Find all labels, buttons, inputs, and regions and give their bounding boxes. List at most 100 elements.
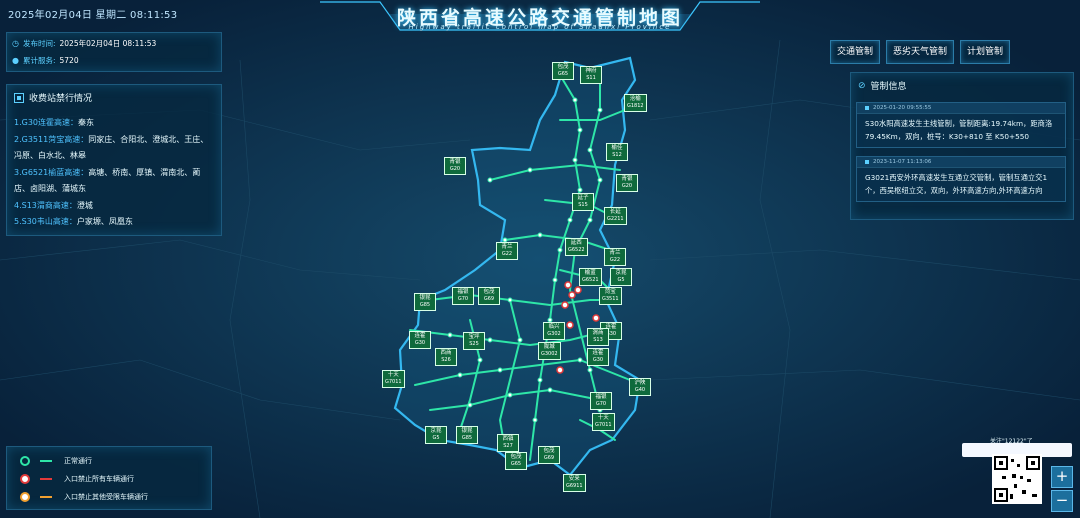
- road-code: G3002: [541, 351, 558, 357]
- road-label[interactable]: 银昆 G85: [456, 426, 478, 444]
- tab-planned-control[interactable]: 计划管制: [959, 40, 1010, 64]
- road-code: G65: [557, 71, 569, 77]
- road-label[interactable]: 渭商 S13: [587, 328, 609, 346]
- road-name: 安来: [568, 476, 580, 482]
- road-name: 青兰: [501, 244, 513, 250]
- list-item: 3.G6521榆蓝高速：高塘、桥南、厚镇、渭南北、蔺店、卤阳湖、蒲城东: [14, 167, 201, 194]
- road-label[interactable]: 宝坪 S25: [463, 332, 485, 350]
- legend-item-normal: 正常通行: [20, 456, 92, 466]
- road-name: 包茂: [483, 289, 495, 295]
- road-name: 榆蓝: [584, 270, 596, 276]
- publish-value: 2025年02月04日 08:11:53: [59, 39, 157, 48]
- control-title: ⊘ 管制信息: [858, 80, 907, 93]
- publish-label: 发布时间:: [22, 39, 56, 48]
- toll-title: 收费站禁行情况: [14, 91, 92, 104]
- road-code: G3511: [602, 296, 619, 302]
- road-label[interactable]: 青兰 G22: [604, 248, 626, 266]
- ban-restricted-icon: [20, 492, 30, 502]
- road-label[interactable]: 安来 G6911: [563, 474, 586, 492]
- ban-icon: ⊘: [858, 80, 866, 91]
- title-banner: 陕西省高速公路交通管制地图 Highway traffic control ma…: [320, 0, 760, 34]
- qr-code: [992, 454, 1042, 504]
- road-label[interactable]: 陇城 G3002: [538, 342, 561, 360]
- control-tabs: 交通管制 恶劣天气管制 计划管制: [829, 40, 1010, 64]
- road-code: G85: [461, 435, 473, 441]
- road-label[interactable]: 西商 S26: [435, 348, 457, 366]
- road-label[interactable]: 福银 G70: [452, 287, 474, 305]
- road-name: 银昆: [419, 295, 431, 301]
- tab-traffic-control[interactable]: 交通管制: [829, 40, 880, 64]
- road-name: 陇城: [543, 344, 555, 350]
- road-name: 包茂: [510, 454, 522, 460]
- road-code: G302: [547, 331, 561, 337]
- road-label[interactable]: 包茂 G65: [505, 452, 527, 470]
- road-label[interactable]: 延子 S15: [572, 193, 594, 211]
- road-label[interactable]: 包茂 G65: [552, 62, 574, 80]
- road-name: 京昆: [615, 270, 627, 276]
- road-label[interactable]: 福银 G70: [590, 392, 612, 410]
- road-code: G20: [449, 166, 461, 172]
- control-item[interactable]: 2023-11-07 11:13:06 G3021西安外环高速发生互通立交管制，…: [856, 156, 1066, 202]
- zoom-out-button[interactable]: −: [1051, 490, 1073, 512]
- service-label: 累计服务:: [22, 56, 56, 65]
- road-code: G5: [617, 277, 625, 283]
- road-name: 连霍: [592, 350, 604, 356]
- control-text: S30水阳高速发生主线管制，管制距离:19.74km，距商洛79.45Km，双向…: [865, 119, 1053, 141]
- road-code: G69: [543, 455, 555, 461]
- list-item: 1.G30连霍高速：秦东: [14, 118, 95, 127]
- road-code: G30: [414, 340, 426, 346]
- road-label[interactable]: 榆蓝 G6521: [579, 268, 602, 286]
- road-code: G6522: [568, 247, 585, 253]
- road-label[interactable]: 包茂 G69: [478, 287, 500, 305]
- road-code: G65: [510, 461, 522, 467]
- normal-line-icon: [40, 460, 52, 462]
- road-name: 青银: [621, 176, 633, 182]
- road-label[interactable]: 连霍 G30: [409, 331, 431, 349]
- road-name: 延子: [577, 195, 589, 201]
- normal-icon: [20, 456, 30, 466]
- legend-item-restricted: 入口禁止其他受限车辆通行: [20, 492, 148, 502]
- road-code: S27: [503, 443, 513, 449]
- road-label[interactable]: 菏宝 G3511: [599, 287, 622, 305]
- road-label[interactable]: 延西 G6522: [565, 238, 588, 256]
- publish-row: ◷ 发布时间: 2025年02月04日 08:11:53: [12, 38, 156, 49]
- road-name: 渭商: [592, 330, 604, 336]
- road-label[interactable]: 临兴 G302: [543, 322, 565, 340]
- road-label[interactable]: 十天 G7011: [592, 413, 615, 431]
- road-label[interactable]: 长延 G2211: [604, 207, 627, 225]
- road-code: S12: [612, 152, 622, 158]
- road-code: S25: [469, 341, 479, 347]
- road-label[interactable]: 青银 G20: [616, 174, 638, 192]
- tab-weather-control[interactable]: 恶劣天气管制: [885, 40, 954, 64]
- road-code: S11: [586, 75, 596, 81]
- road-label[interactable]: 榆佳 S12: [606, 143, 628, 161]
- road-name: 青兰: [609, 250, 621, 256]
- road-label[interactable]: 沧榆 G1812: [624, 94, 647, 112]
- road-name: 福银: [457, 289, 469, 295]
- road-code: G20: [621, 183, 633, 189]
- road-label[interactable]: 连霍 G30: [587, 348, 609, 366]
- road-name: 榆佳: [611, 145, 623, 151]
- page-subtitle: Highway traffic control map of Shaanxi P…: [408, 23, 672, 31]
- list-item: 4.S13渭商高速：澄城: [14, 200, 93, 210]
- road-label[interactable]: 京昆 G5: [610, 268, 632, 286]
- zoom-in-button[interactable]: +: [1051, 466, 1073, 488]
- list-item: 2.G3511菏宝高速：同家庄、合阳北、澄城北、王庄、冯原、白水北、林皋: [14, 134, 209, 161]
- road-name: 西镇: [502, 436, 514, 442]
- road-label[interactable]: 青银 G20: [444, 157, 466, 175]
- road-label[interactable]: 沪陕 G40: [629, 378, 651, 396]
- road-name: 十天: [387, 372, 399, 378]
- legend-item-all-banned: 入口禁止所有车辆通行: [20, 474, 134, 484]
- road-label[interactable]: 西镇 S27: [497, 434, 519, 452]
- road-label[interactable]: 银昆 G85: [414, 293, 436, 311]
- road-label[interactable]: 京昆 G5: [425, 426, 447, 444]
- road-name: 菏宝: [604, 289, 616, 295]
- road-label[interactable]: 神府 S11: [580, 66, 602, 84]
- service-value: 5720: [59, 56, 79, 65]
- control-item[interactable]: 2025-01-20 09:55:55 S30水阳高速发生主线管制，管制距离:1…: [856, 102, 1066, 148]
- road-code: G6911: [566, 483, 583, 489]
- time-marker-icon: [865, 160, 869, 164]
- road-label[interactable]: 十天 G7011: [382, 370, 405, 388]
- road-label[interactable]: 包茂 G69: [538, 446, 560, 464]
- road-label[interactable]: 青兰 G22: [496, 242, 518, 260]
